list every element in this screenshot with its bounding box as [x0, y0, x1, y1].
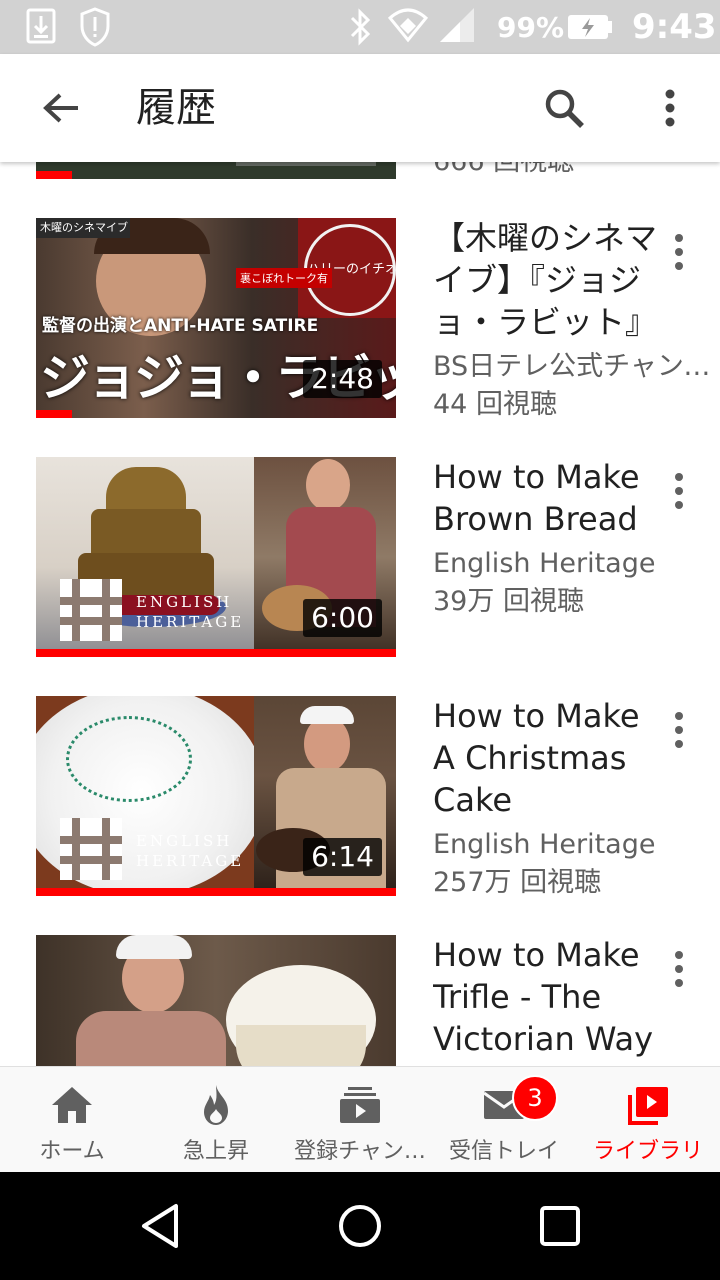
- video-info[interactable]: 666 回視聴: [433, 162, 668, 182]
- more-vert-icon[interactable]: [664, 471, 694, 511]
- list-item[interactable]: 木曜のシネマイブ ハリーのイチオシ 裏こぼれトーク有 監督の出演とANTI-HA…: [0, 218, 720, 438]
- download-icon: [26, 8, 56, 44]
- signal-icon: [440, 8, 474, 42]
- clock: 9:43: [632, 7, 717, 47]
- video-info[interactable]: 【木曜のシネマイブ】『ジョジョ・ラビット』 BS日テレ公式チャンネル 44 回視…: [433, 217, 713, 424]
- tab-label: 登録チャン…: [294, 1139, 426, 1164]
- more-vert-icon[interactable]: [664, 232, 694, 272]
- tab-trending[interactable]: 急上昇: [144, 1067, 288, 1173]
- trending-fire-icon: [204, 1085, 228, 1125]
- back-triangle-icon[interactable]: [136, 1200, 188, 1252]
- recents-square-icon[interactable]: [534, 1200, 586, 1252]
- system-nav-bar: [0, 1172, 720, 1280]
- video-thumbnail[interactable]: [36, 935, 396, 1066]
- search-icon[interactable]: [540, 84, 588, 132]
- thumb-brand-line1: ENGLISH: [136, 593, 233, 611]
- video-title: How to Make Brown Bread: [433, 458, 640, 538]
- battery-percent: 99%: [497, 10, 565, 44]
- watch-progress-bar: [36, 410, 72, 418]
- video-channel: English Heritage: [433, 829, 656, 860]
- tab-subscriptions[interactable]: 登録チャン…: [288, 1067, 432, 1173]
- tab-library[interactable]: ライブラリ: [576, 1067, 720, 1173]
- thumb-brand-line1: ENGLISH: [136, 832, 233, 850]
- arrow-back-icon[interactable]: [38, 84, 86, 132]
- home-icon: [52, 1087, 92, 1123]
- subscriptions-icon: [340, 1087, 380, 1123]
- duration-badge: 2:48: [303, 360, 382, 398]
- tab-label: 急上昇: [182, 1139, 249, 1164]
- video-title: 【木曜のシネマイブ】『ジョジョ・ラビット』: [433, 219, 658, 341]
- video-views: 666 回視聴: [433, 162, 713, 182]
- inbox-notification-badge: 3: [512, 1075, 558, 1121]
- thumb-subtitle: 監督の出演とANTI-HATE SATIRE: [42, 316, 319, 336]
- thumb-corner-label: 木曜のシネマイブ: [36, 218, 130, 238]
- video-views: 44 回視聴: [433, 389, 557, 420]
- video-channel: BS日テレ公式チャンネル: [433, 351, 713, 382]
- video-info[interactable]: How to Make A Christmas Cake English Her…: [433, 695, 668, 902]
- list-item[interactable]: ENGLISH HERITAGE 6:14 How to Make A Chri…: [0, 696, 720, 916]
- status-bar: 99% 9:43: [0, 0, 720, 54]
- video-thumbnail[interactable]: ENGLISH HERITAGE 6:00: [36, 457, 396, 657]
- watch-progress-bar: [36, 171, 72, 179]
- tab-inbox[interactable]: 受信トレイ: [432, 1067, 576, 1173]
- wifi-icon: [388, 8, 428, 43]
- bluetooth-icon: [350, 8, 371, 46]
- duration-badge: 6:00: [303, 599, 382, 637]
- watch-progress-bar: [36, 649, 396, 657]
- more-vert-icon[interactable]: [664, 710, 694, 750]
- video-thumbnail[interactable]: 木曜のシネマイブ ハリーのイチオシ 裏こぼれトーク有 監督の出演とANTI-HA…: [36, 218, 396, 418]
- more-vert-icon[interactable]: [664, 949, 694, 989]
- video-views: 39万 回視聴: [433, 586, 584, 617]
- thumb-brand-line2: HERITAGE: [136, 613, 245, 631]
- video-title: How to Make A Christmas Cake: [433, 697, 640, 819]
- list-item-partial[interactable]: 666 回視聴: [0, 162, 720, 182]
- english-heritage-logo: [60, 818, 122, 880]
- tab-label: 受信トレイ: [448, 1139, 559, 1164]
- shield-alert-icon: [80, 7, 110, 47]
- thumb-brand-line2: HERITAGE: [136, 852, 245, 870]
- video-thumbnail[interactable]: [36, 162, 396, 179]
- page-title: 履歴: [136, 85, 216, 131]
- english-heritage-logo: [60, 579, 122, 641]
- list-item[interactable]: ENGLISH HERITAGE 6:00 How to Make Brown …: [0, 457, 720, 677]
- history-list[interactable]: 666 回視聴 木曜のシネマイブ ハリーのイチオシ 裏こぼれトーク有 監督の出演…: [0, 162, 720, 1066]
- more-vert-icon[interactable]: [646, 84, 694, 132]
- video-views: 257万 回視聴: [433, 867, 602, 898]
- video-title: How to Make Trifle - The Victorian Way: [433, 936, 654, 1058]
- video-thumbnail[interactable]: ENGLISH HERITAGE 6:14: [36, 696, 396, 896]
- video-info[interactable]: How to Make Trifle - The Victorian Way: [433, 934, 668, 1060]
- watch-progress-bar: [36, 888, 396, 896]
- home-circle-icon[interactable]: [334, 1200, 386, 1252]
- battery-charging-icon: [568, 15, 612, 39]
- app-bar: 履歴: [0, 54, 720, 162]
- tab-home[interactable]: ホーム: [0, 1067, 144, 1173]
- list-item[interactable]: How to Make Trifle - The Victorian Way: [0, 935, 720, 1066]
- duration-badge: 6:14: [303, 838, 382, 876]
- tab-label: ホーム: [39, 1139, 105, 1164]
- video-channel: English Heritage: [433, 548, 656, 579]
- thumb-badge: 裏こぼれトーク有: [236, 268, 332, 288]
- video-info[interactable]: How to Make Brown Bread English Heritage…: [433, 456, 668, 621]
- tab-label: ライブラリ: [592, 1139, 703, 1164]
- library-icon: [628, 1087, 668, 1125]
- bottom-nav: ホーム 急上昇 登録チャン… 受信トレイ ライブラリ: [0, 1066, 720, 1173]
